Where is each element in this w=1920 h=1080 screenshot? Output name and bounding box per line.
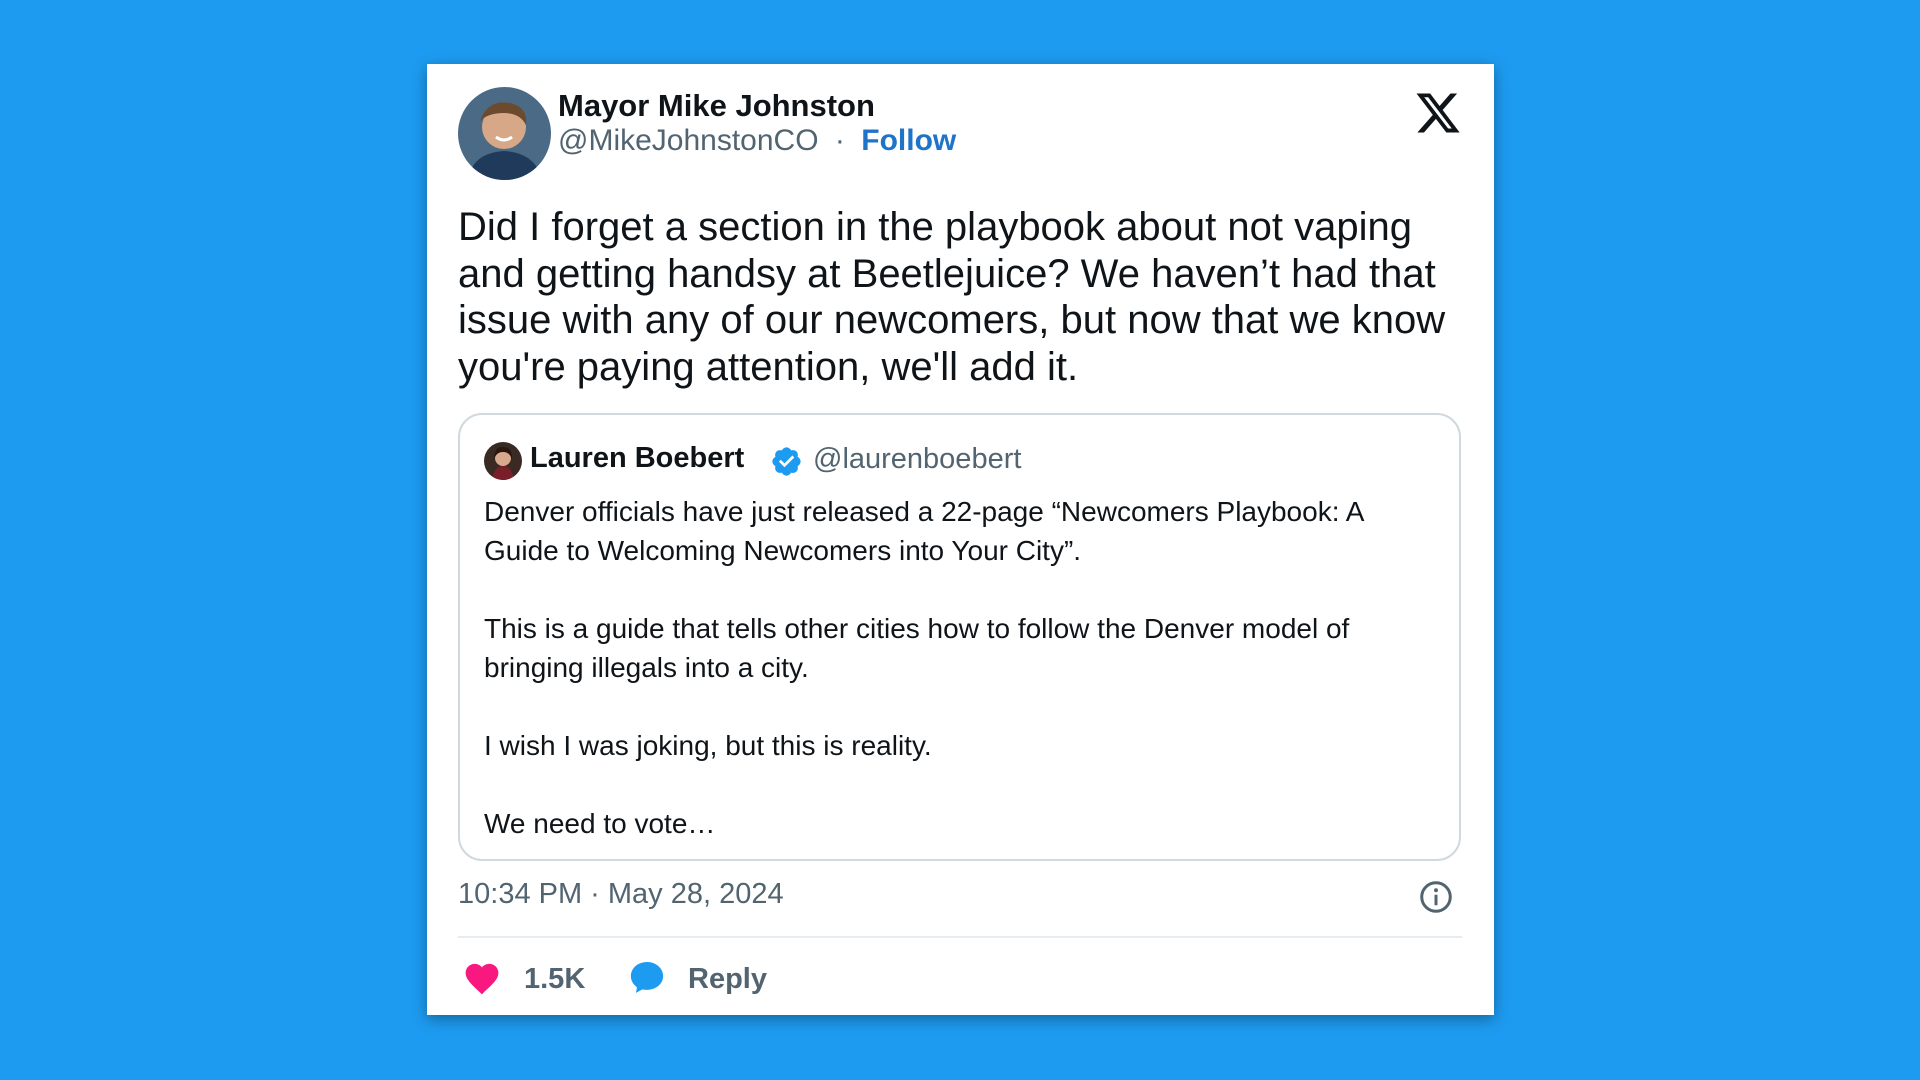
author-avatar[interactable] <box>458 87 551 180</box>
separator-dot: · <box>834 124 845 157</box>
tweet-text: Did I forget a section in the playbook a… <box>458 205 1446 389</box>
quoted-paragraph: I wish I was joking, but this is reality… <box>484 730 932 761</box>
author-handle-row: @MikeJohnstonCO · Follow <box>558 124 956 158</box>
x-logo-icon[interactable] <box>1414 89 1462 137</box>
verified-badge-icon <box>770 445 803 478</box>
reply-button[interactable]: Reply <box>628 957 767 1001</box>
quoted-author-name[interactable]: Lauren Boebert <box>530 442 744 475</box>
info-icon[interactable] <box>1418 879 1454 915</box>
quoted-tweet-body: Denver officials have just released a 22… <box>484 492 1444 843</box>
tweet-timestamp[interactable]: 10:34 PM · May 28, 2024 <box>458 878 784 911</box>
heart-icon <box>462 959 502 1000</box>
author-handle[interactable]: @MikeJohnstonCO <box>558 124 819 157</box>
quoted-paragraph: Denver officials have just released a 22… <box>484 496 1363 566</box>
quoted-tweet[interactable]: Lauren Boebert @laurenboebert Denver off… <box>458 413 1461 861</box>
author-name[interactable]: Mayor Mike Johnston <box>558 88 875 124</box>
reply-label: Reply <box>688 962 767 995</box>
tweet-actions: 1.5K Reply <box>458 957 1058 1001</box>
quoted-paragraph: This is a guide that tells other cities … <box>484 613 1350 683</box>
follow-button[interactable]: Follow <box>861 124 956 157</box>
quoted-paragraph: We need to vote… <box>484 808 716 839</box>
like-button[interactable]: 1.5K <box>462 957 585 1001</box>
quoted-author-handle[interactable]: @laurenboebert <box>813 443 1021 476</box>
quoted-author-avatar[interactable] <box>484 442 522 480</box>
reply-bubble-icon <box>628 958 666 1001</box>
divider <box>458 936 1462 938</box>
tweet-card: Mayor Mike Johnston @MikeJohnstonCO · Fo… <box>427 64 1494 1015</box>
like-count: 1.5K <box>524 962 586 995</box>
